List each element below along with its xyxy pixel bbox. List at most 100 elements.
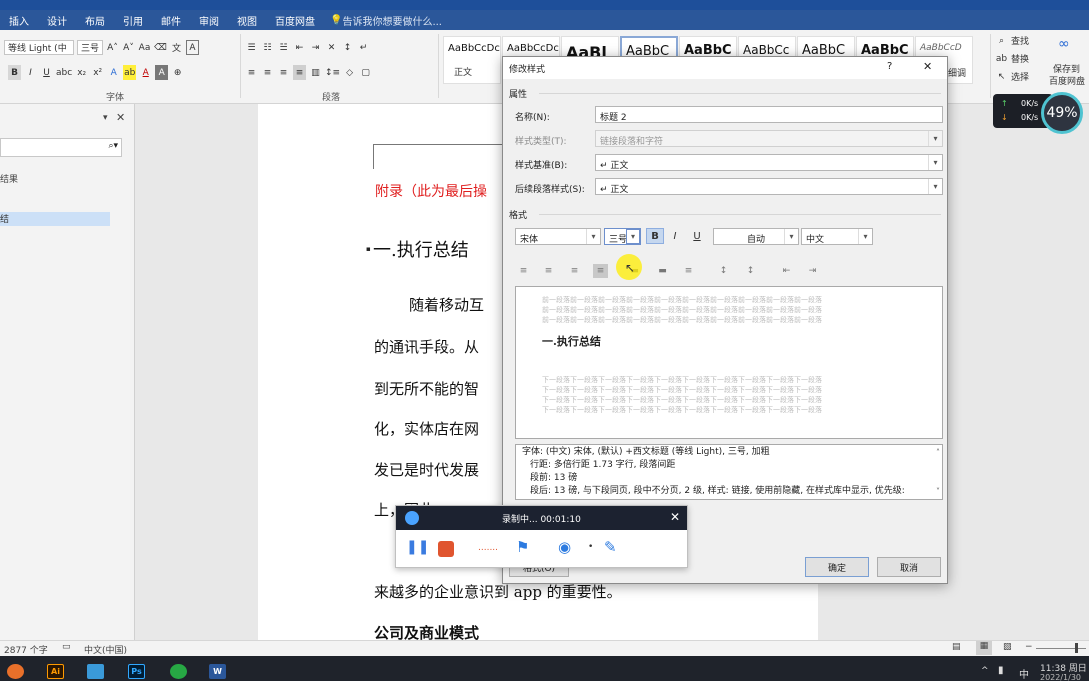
find-icon[interactable]: ⌕: [995, 33, 1008, 48]
style-tile-normal[interactable]: AaBbCcDc 正文: [443, 36, 501, 84]
chevron-down-icon[interactable]: ▾: [928, 155, 942, 170]
replace-button[interactable]: 替换: [1011, 52, 1029, 65]
line-spacing-icon[interactable]: ↕≡: [325, 65, 340, 80]
space-before-icon[interactable]: ↕: [716, 264, 731, 278]
search-icon[interactable]: ⌕▾: [108, 141, 118, 151]
char-border-icon[interactable]: A: [186, 40, 199, 55]
justify-icon[interactable]: ≡: [293, 65, 306, 80]
italic-toggle[interactable]: I: [666, 228, 684, 244]
language-status[interactable]: 中文(中国): [84, 643, 127, 656]
align-right-icon[interactable]: ≡: [567, 264, 582, 278]
justify-icon[interactable]: ≡: [593, 264, 608, 278]
network-icon[interactable]: ▮: [998, 665, 1004, 676]
align-right-icon[interactable]: ≡: [277, 65, 290, 80]
photoshop-icon[interactable]: Ps: [128, 664, 145, 679]
web-layout-icon[interactable]: ▧: [1003, 642, 1012, 652]
double-spacing-icon[interactable]: ≡: [681, 264, 696, 278]
script-select[interactable]: 中文 ▾: [801, 228, 873, 245]
zoom-slider-thumb[interactable]: [1075, 643, 1078, 653]
browser-icon[interactable]: [170, 664, 187, 679]
font-size-select[interactable]: 三号 ▾: [604, 228, 641, 245]
read-mode-icon[interactable]: ▤: [952, 642, 961, 652]
firefox-icon[interactable]: [7, 664, 24, 679]
zoom-out-icon[interactable]: −: [1025, 642, 1033, 652]
scroll-up-icon[interactable]: ˄: [936, 446, 940, 459]
align-center-icon[interactable]: ≡: [261, 65, 274, 80]
numbering-icon[interactable]: ☷: [261, 40, 274, 55]
tab-baidu[interactable]: 百度网盘: [266, 13, 324, 28]
ok-button[interactable]: 确定: [805, 557, 869, 577]
font-color-icon[interactable]: A: [139, 65, 152, 80]
based-on-select[interactable]: ↵ 正文 ▾: [595, 154, 943, 171]
print-layout-icon[interactable]: ▦: [976, 641, 992, 655]
font-select[interactable]: 宋体 ▾: [515, 228, 601, 245]
zoom-slider[interactable]: [1036, 648, 1086, 649]
clock-date[interactable]: 2022/1/30: [1040, 673, 1081, 681]
shading-icon[interactable]: ◇: [343, 65, 356, 80]
pause-icon[interactable]: ❚❚: [406, 539, 429, 555]
change-case-icon[interactable]: Aa: [138, 40, 151, 55]
help-button[interactable]: ?: [887, 61, 892, 72]
multilevel-list-icon[interactable]: ☱: [277, 40, 290, 55]
select-icon[interactable]: ↖: [995, 69, 1008, 84]
tab-layout[interactable]: 布局: [76, 13, 114, 28]
next-style-select[interactable]: ↵ 正文 ▾: [595, 178, 943, 195]
chevron-down-icon[interactable]: ▾: [586, 229, 600, 244]
network-speed-widget[interactable]: ↑ 0K/s ↓ 0K/s 49%: [993, 92, 1089, 134]
decrease-indent-icon[interactable]: ⇤: [779, 264, 794, 278]
grow-font-icon[interactable]: A˄: [106, 40, 119, 55]
chevron-down-icon[interactable]: ▾: [626, 229, 640, 244]
stop-icon[interactable]: [438, 541, 454, 557]
align-left-icon[interactable]: ≡: [245, 65, 258, 80]
font-name-dropdown[interactable]: 等线 Light (中: [4, 40, 74, 55]
tray-arrow-icon[interactable]: ^: [981, 666, 989, 676]
style-name-input[interactable]: 标题 2: [595, 106, 943, 123]
increase-indent-icon[interactable]: ⇥: [309, 40, 322, 55]
strikethrough-icon[interactable]: abc: [56, 65, 72, 80]
tab-view[interactable]: 视图: [228, 13, 266, 28]
annotate-icon[interactable]: ⚑: [516, 538, 529, 556]
tab-references[interactable]: 引用: [114, 13, 152, 28]
nav-close-icon[interactable]: ✕: [116, 111, 125, 124]
find-button[interactable]: 查找: [1011, 34, 1029, 47]
bullets-icon[interactable]: ☰: [245, 40, 258, 55]
text-effects-icon[interactable]: A: [107, 65, 120, 80]
more-icon[interactable]: •: [588, 542, 593, 552]
clear-format-icon[interactable]: ⌫: [154, 40, 167, 55]
nav-search-input[interactable]: ⌕▾: [0, 138, 122, 157]
sort-icon[interactable]: ↕: [341, 40, 354, 55]
font-size-dropdown[interactable]: 三号: [77, 40, 103, 55]
font-color-select[interactable]: 自动 ▾: [713, 228, 799, 245]
bold-toggle[interactable]: B: [646, 228, 664, 244]
photos-icon[interactable]: [87, 664, 104, 679]
align-center-icon[interactable]: ≡: [541, 264, 556, 278]
char-shading-icon[interactable]: A: [155, 65, 169, 80]
pen-icon[interactable]: ✎: [604, 538, 617, 556]
italic-icon[interactable]: I: [24, 65, 37, 80]
chevron-down-icon[interactable]: ▾: [928, 179, 942, 194]
underline-icon[interactable]: U: [40, 65, 53, 80]
dialog-close-button[interactable]: ✕: [923, 60, 932, 73]
shrink-font-icon[interactable]: A˅: [122, 40, 135, 55]
subscript-icon[interactable]: x₂: [75, 65, 88, 80]
underline-toggle[interactable]: U: [688, 228, 706, 244]
asian-layout-icon[interactable]: ✕: [325, 40, 338, 55]
recorder-close-button[interactable]: ✕: [670, 510, 680, 524]
ime-indicator[interactable]: 中: [1019, 666, 1029, 681]
show-marks-icon[interactable]: ↵: [357, 40, 370, 55]
chevron-down-icon[interactable]: ▾: [858, 229, 872, 244]
tab-insert[interactable]: 插入: [0, 13, 38, 28]
single-spacing-icon[interactable]: ▬: [655, 264, 670, 278]
borders-icon[interactable]: ▢: [359, 65, 372, 80]
tab-design[interactable]: 设计: [38, 13, 76, 28]
increase-indent-icon[interactable]: ⇥: [805, 264, 820, 278]
superscript-icon[interactable]: x²: [91, 65, 104, 80]
replace-icon[interactable]: ab: [995, 51, 1008, 66]
word-count[interactable]: 2877 个字: [4, 643, 48, 656]
tab-review[interactable]: 审阅: [190, 13, 228, 28]
tell-me-input[interactable]: 告诉我你想要做什么...: [342, 13, 442, 28]
chevron-down-icon[interactable]: ▾: [784, 229, 798, 244]
phonetic-icon[interactable]: 文: [170, 40, 183, 55]
align-left-icon[interactable]: ≡: [516, 264, 531, 278]
scroll-down-icon[interactable]: ˅: [936, 485, 940, 498]
